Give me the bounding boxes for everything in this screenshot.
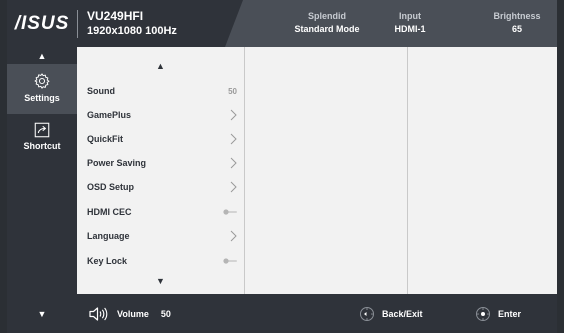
- menu-item-quickfit[interactable]: QuickFit: [87, 129, 237, 149]
- sidebar-scroll-down-icon[interactable]: ▼: [38, 309, 47, 319]
- column-divider: [244, 47, 245, 294]
- status-splendid: Splendid Standard Mode: [287, 11, 367, 34]
- volume-shortcut[interactable]: Volume 50: [89, 294, 171, 333]
- gear-icon: [34, 73, 50, 89]
- menu-item-language[interactable]: Language: [87, 226, 237, 246]
- menu-item-label: Power Saving: [87, 158, 147, 168]
- footer-bar: ▼ Volume 50 Back/Exit Enter: [7, 294, 557, 333]
- volume-label: Volume: [117, 308, 149, 319]
- menu-item-label: OSD Setup: [87, 182, 135, 192]
- menu-item-key-lock[interactable]: Key Lock: [87, 251, 237, 271]
- model-info: VU249HFI 1920x1080 100Hz: [87, 9, 177, 37]
- chevron-right-icon: [230, 157, 237, 169]
- chevron-right-icon: [230, 181, 237, 193]
- menu-item-label: Language: [87, 231, 130, 241]
- toggle-off-icon[interactable]: [223, 258, 237, 264]
- menu-item-power-saving[interactable]: Power Saving: [87, 153, 237, 173]
- menu-item-label: Key Lock: [87, 256, 128, 266]
- menu-item-label: QuickFit: [87, 134, 124, 144]
- menu-item-label: Sound: [87, 86, 115, 96]
- status-splendid-value: Standard Mode: [294, 24, 360, 34]
- sidebar-item-shortcut-label: Shortcut: [23, 141, 61, 151]
- status-panel: Splendid Standard Mode Input HDMI-1 Brig…: [225, 0, 557, 47]
- sidebar: ▲ Settings Shortcut: [7, 47, 77, 294]
- enter-button[interactable]: Enter: [475, 294, 521, 333]
- enter-label: Enter: [498, 308, 522, 319]
- status-brightness-title: Brightness: [493, 11, 541, 21]
- back-exit-label: Back/Exit: [382, 308, 423, 319]
- back-exit-button[interactable]: Back/Exit: [359, 294, 423, 333]
- chevron-right-icon: [230, 230, 237, 242]
- menu-item-osd-setup[interactable]: OSD Setup: [87, 177, 237, 197]
- column-divider: [407, 47, 408, 294]
- menu-item-gameplus[interactable]: GamePlus: [87, 105, 237, 125]
- menu-item-sound[interactable]: Sound 50: [87, 81, 237, 101]
- sidebar-scroll-down[interactable]: ▼: [7, 294, 77, 333]
- settings-menu: ▲ Sound 50 GamePlus QuickFit Power Savin…: [77, 47, 244, 294]
- osd-window: /ISUS VU249HFI 1920x1080 100Hz Splendid …: [7, 0, 557, 333]
- toggle-off-icon[interactable]: [223, 209, 237, 215]
- status-input-value: HDMI-1: [394, 24, 426, 34]
- menu-scroll-down-icon[interactable]: ▼: [77, 276, 244, 286]
- menu-item-hdmi-cec[interactable]: HDMI CEC: [87, 202, 237, 222]
- sidebar-item-settings[interactable]: Settings: [7, 64, 77, 114]
- model-name: VU249HFI: [87, 9, 144, 23]
- brand-logo: /ISUS: [7, 0, 77, 47]
- menu-item-label: GamePlus: [87, 110, 132, 120]
- joystick-center-icon: [476, 306, 490, 321]
- chevron-right-icon: [230, 133, 237, 145]
- sidebar-item-shortcut[interactable]: Shortcut: [7, 119, 77, 159]
- speaker-icon: [89, 306, 108, 321]
- status-splendid-title: Splendid: [308, 11, 346, 21]
- status-brightness: Brightness 65: [482, 11, 552, 34]
- menu-scroll-up-icon[interactable]: ▲: [77, 61, 244, 71]
- chevron-right-icon: [230, 109, 237, 121]
- sidebar-scroll-up-icon[interactable]: ▲: [7, 51, 77, 61]
- sidebar-item-settings-label: Settings: [24, 93, 60, 103]
- model-resolution: 1920x1080 100Hz: [87, 25, 177, 37]
- volume-value: 50: [160, 308, 171, 319]
- shortcut-icon: [34, 122, 50, 138]
- header-bar: /ISUS VU249HFI 1920x1080 100Hz Splendid …: [7, 0, 557, 47]
- menu-item-label: HDMI CEC: [87, 207, 132, 217]
- header-divider: [77, 10, 78, 38]
- status-input-title: Input: [399, 11, 421, 21]
- menu-item-value: 50: [228, 86, 237, 96]
- joystick-left-icon: [360, 306, 374, 321]
- status-brightness-value: 65: [511, 24, 522, 34]
- brand-logo-text: /ISUS: [14, 12, 70, 34]
- status-input: Input HDMI-1: [385, 11, 435, 34]
